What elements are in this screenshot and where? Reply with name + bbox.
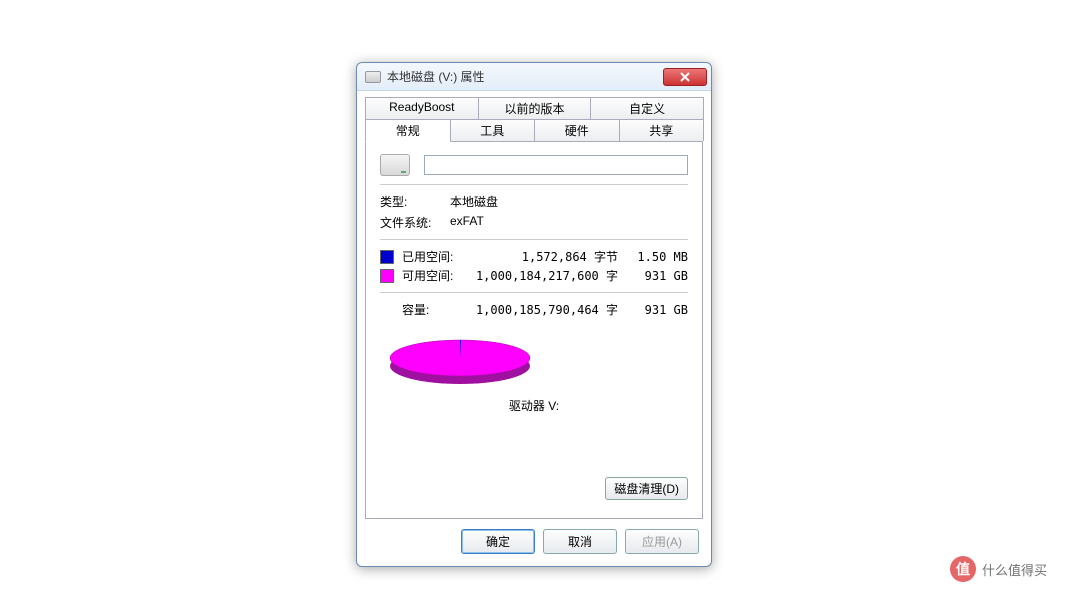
watermark: 值 什么值得买 bbox=[950, 556, 1047, 582]
type-label: 类型: bbox=[380, 193, 450, 210]
divider bbox=[380, 292, 688, 293]
used-hr: 1.50 MB bbox=[628, 250, 688, 264]
tabs-area: ReadyBoost 以前的版本 自定义 常规 工具 硬件 共享 类型: 本地磁… bbox=[357, 91, 711, 519]
drive-name-input[interactable] bbox=[424, 155, 688, 175]
tab-sharing[interactable]: 共享 bbox=[619, 119, 705, 141]
used-bytes: 1,572,864 字节 bbox=[472, 248, 628, 265]
type-value: 本地磁盘 bbox=[450, 193, 688, 210]
watermark-text: 什么值得买 bbox=[982, 560, 1047, 579]
tab-row-1: ReadyBoost 以前的版本 自定义 bbox=[365, 97, 703, 119]
free-hr: 931 GB bbox=[628, 269, 688, 283]
disk-cleanup-button[interactable]: 磁盘清理(D) bbox=[605, 477, 688, 500]
filesystem-value: exFAT bbox=[450, 214, 688, 231]
free-bytes: 1,000,184,217,600 字 bbox=[472, 267, 628, 284]
close-button[interactable] bbox=[663, 68, 707, 86]
tab-row-2: 常规 工具 硬件 共享 bbox=[365, 119, 703, 141]
apply-button[interactable]: 应用(A) bbox=[625, 529, 699, 554]
tab-customize[interactable]: 自定义 bbox=[590, 97, 704, 119]
usage-pie-chart bbox=[380, 332, 540, 388]
used-swatch bbox=[380, 250, 394, 264]
divider bbox=[380, 184, 688, 185]
watermark-badge-icon: 值 bbox=[950, 556, 976, 582]
tab-content-general: 类型: 本地磁盘 文件系统: exFAT 已用空间: 1,572,864 字节 … bbox=[365, 141, 703, 519]
tab-previous-versions[interactable]: 以前的版本 bbox=[478, 97, 592, 119]
tab-readyboost[interactable]: ReadyBoost bbox=[365, 97, 479, 119]
dialog-button-row: 确定 取消 应用(A) bbox=[357, 519, 711, 566]
ok-button[interactable]: 确定 bbox=[461, 529, 535, 554]
properties-dialog: 本地磁盘 (V:) 属性 ReadyBoost 以前的版本 自定义 常规 工具 … bbox=[356, 62, 712, 567]
drive-small-icon bbox=[365, 71, 381, 83]
window-title: 本地磁盘 (V:) 属性 bbox=[387, 68, 663, 85]
tab-general[interactable]: 常规 bbox=[365, 119, 451, 142]
titlebar[interactable]: 本地磁盘 (V:) 属性 bbox=[357, 63, 711, 91]
tab-hardware[interactable]: 硬件 bbox=[534, 119, 620, 141]
filesystem-label: 文件系统: bbox=[380, 214, 450, 231]
drive-icon bbox=[380, 154, 410, 176]
free-swatch bbox=[380, 269, 394, 283]
divider bbox=[380, 239, 688, 240]
capacity-label: 容量: bbox=[402, 301, 472, 318]
cancel-button[interactable]: 取消 bbox=[543, 529, 617, 554]
used-label: 已用空间: bbox=[402, 248, 472, 265]
capacity-bytes: 1,000,185,790,464 字 bbox=[472, 301, 628, 318]
tab-tools[interactable]: 工具 bbox=[450, 119, 536, 141]
capacity-hr: 931 GB bbox=[628, 303, 688, 317]
drive-label: 驱动器 V: bbox=[380, 397, 688, 414]
free-label: 可用空间: bbox=[402, 267, 472, 284]
